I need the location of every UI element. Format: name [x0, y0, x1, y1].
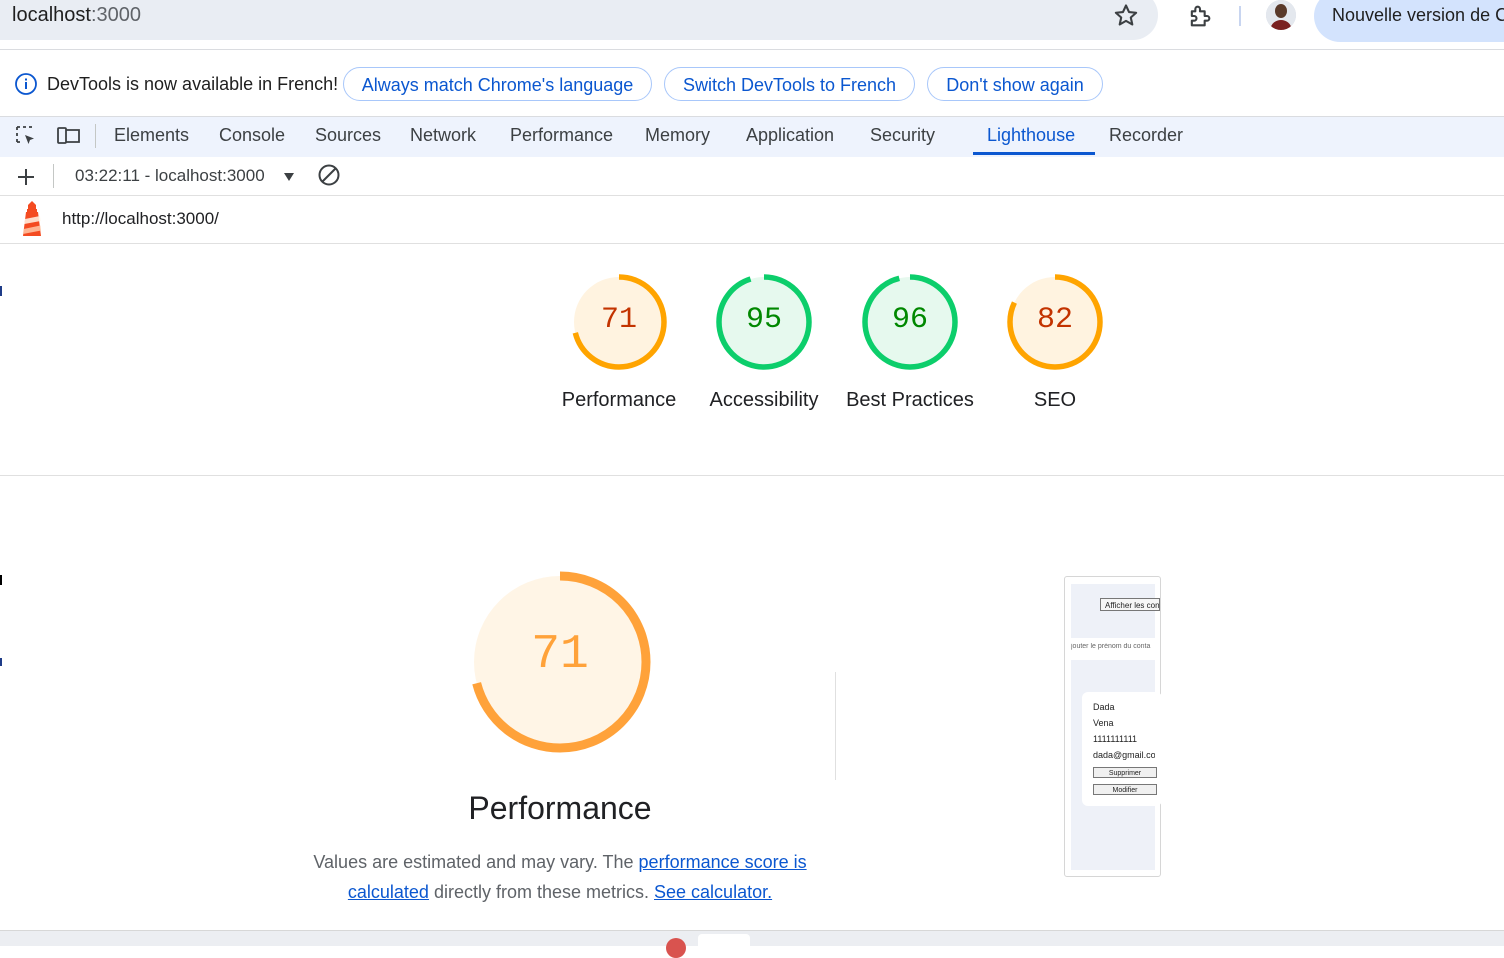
score-label[interactable]: Performance: [549, 385, 689, 415]
switch-to-french-button[interactable]: Switch DevTools to French: [664, 67, 915, 101]
report-selector[interactable]: 03:22:11 - localhost:3000: [75, 166, 265, 186]
thumbnail-contact-line: 1111111111: [1093, 734, 1138, 744]
tab-application[interactable]: Application: [746, 125, 834, 146]
edge-marker: [0, 575, 2, 585]
thumbnail-input-placeholder: jouter le prénom du conta: [1071, 643, 1151, 650]
inspect-element-icon[interactable]: [14, 124, 38, 148]
url-host: localhost: [12, 4, 91, 26]
clear-all-icon[interactable]: [317, 163, 341, 187]
score-value: 95: [745, 303, 782, 337]
score-label[interactable]: Accessibility: [694, 385, 834, 415]
profile-avatar[interactable]: [1266, 0, 1296, 30]
see-calculator-link[interactable]: See calculator.: [654, 882, 772, 902]
address-bar[interactable]: [0, 0, 1158, 40]
url-port: :3000: [90, 4, 141, 26]
edge-marker: [0, 286, 2, 296]
thumbnail-delete-button: Supprimer: [1093, 767, 1157, 778]
score-value: 82: [1036, 303, 1073, 337]
taskbar-strip: [0, 930, 1504, 946]
address-bar-url[interactable]: localhost:3000: [12, 4, 141, 27]
update-chrome-label: Nouvelle version de C: [1332, 5, 1504, 25]
report-url[interactable]: http://localhost:3000/: [62, 209, 219, 229]
thumbnail-contact-line: Dada: [1093, 702, 1115, 712]
thumbnail-show-button: Afficher les con: [1100, 598, 1160, 611]
score-label[interactable]: SEO: [985, 385, 1125, 415]
tab-divider: [95, 124, 96, 148]
score-value: 96: [891, 303, 928, 337]
report-url-row: [0, 196, 1504, 244]
tab-security[interactable]: Security: [870, 125, 935, 146]
dont-show-again-button[interactable]: Don't show again: [927, 67, 1103, 101]
new-report-plus-icon[interactable]: [14, 165, 38, 189]
avatar-person-icon: [1266, 0, 1296, 30]
tab-sources[interactable]: Sources: [315, 125, 381, 146]
score-value: 71: [600, 303, 637, 337]
bookmark-star-icon[interactable]: [1112, 2, 1140, 30]
tab-console[interactable]: Console: [219, 125, 285, 146]
lighthouse-logo-icon: [23, 201, 41, 236]
performance-description: Values are estimated and may vary. The p…: [300, 847, 820, 907]
extensions-puzzle-icon[interactable]: [1186, 2, 1214, 30]
performance-title: Performance: [468, 790, 652, 826]
description-text: Values are estimated and may vary. The: [313, 852, 639, 872]
tab-performance[interactable]: Performance: [510, 125, 613, 146]
vertical-divider: [835, 672, 836, 780]
section-divider: [0, 475, 1504, 476]
taskbar-item[interactable]: [698, 934, 750, 948]
edge-marker: [0, 658, 2, 666]
tab-network[interactable]: Network: [410, 125, 476, 146]
tab-memory[interactable]: Memory: [645, 125, 710, 146]
tab-elements[interactable]: Elements: [114, 125, 189, 146]
performance-score: 71: [531, 628, 589, 682]
description-text-middle: directly from these metrics.: [428, 882, 655, 902]
toolbar-divider: [53, 164, 54, 188]
always-match-language-button[interactable]: Always match Chrome's language: [343, 67, 652, 101]
score-label[interactable]: Best Practices: [840, 385, 980, 415]
info-icon: [15, 73, 37, 95]
dropdown-arrow-icon[interactable]: [282, 171, 296, 183]
thumbnail-contact-line: dada@gmail.co: [1093, 750, 1155, 760]
infobar-message: DevTools is now available in French!: [47, 74, 339, 94]
device-toolbar-icon[interactable]: [56, 124, 82, 148]
toolbar-divider: [1239, 6, 1241, 26]
thumbnail-edit-button: Modifier: [1093, 784, 1157, 795]
tab-recorder[interactable]: Recorder: [1109, 125, 1183, 146]
toolbar-border: [0, 49, 1504, 50]
active-tab-indicator: [973, 152, 1095, 155]
tab-lighthouse[interactable]: Lighthouse: [987, 125, 1075, 146]
thumbnail-contact-line: Vena: [1093, 718, 1114, 728]
taskbar-app-icon[interactable]: [666, 938, 686, 958]
